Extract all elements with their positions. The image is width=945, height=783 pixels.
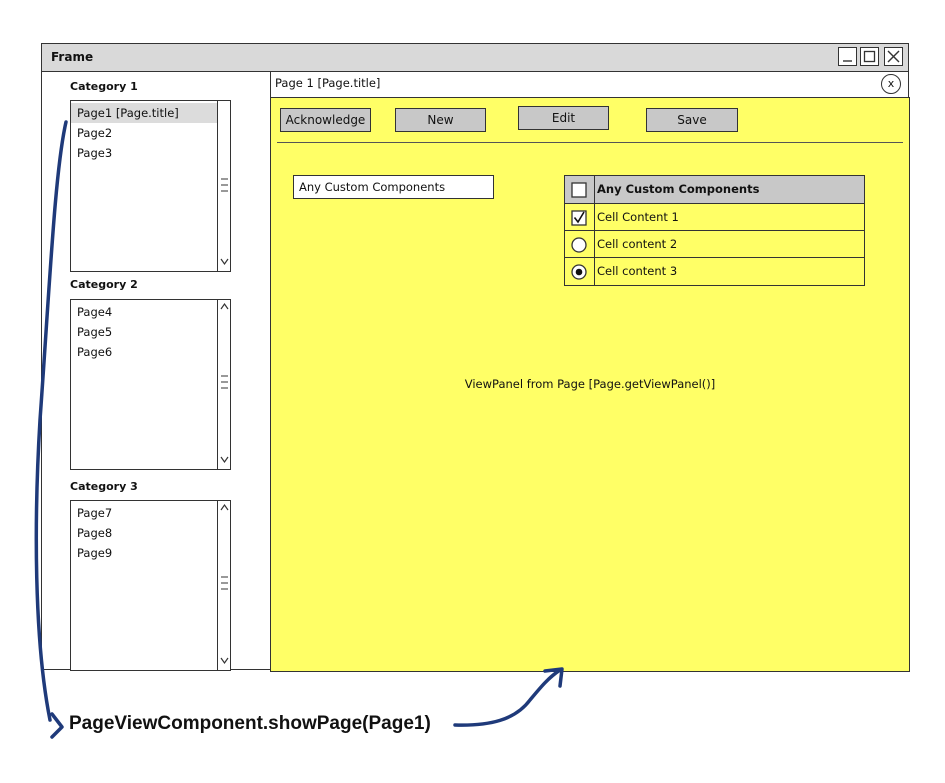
annotation-caption: PageViewComponent.showPage(Page1) [69,713,431,734]
annotation-arrows [34,120,564,739]
right-curve-arrow [453,668,562,727]
left-arrowhead-icon [50,712,64,739]
left-curve-arrow [34,120,68,722]
